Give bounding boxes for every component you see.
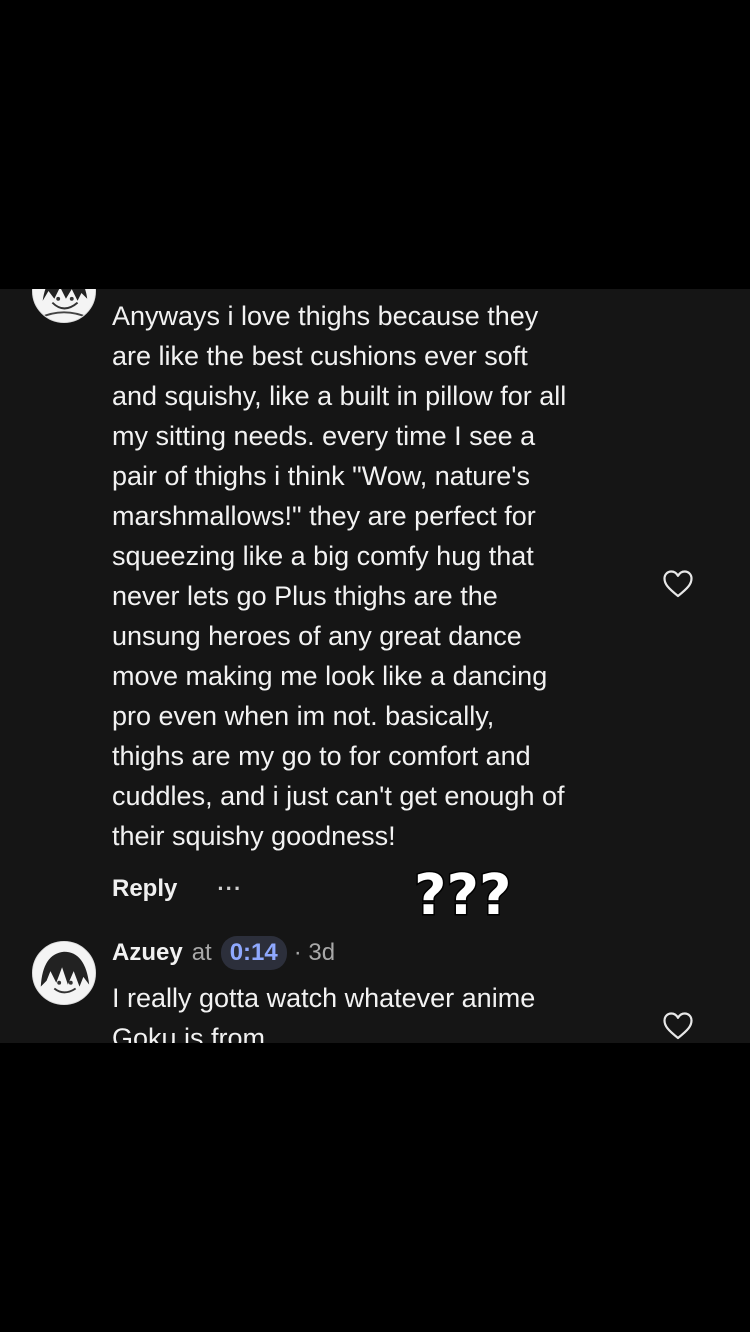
comments-panel: Anyways i love thighs because they are l…	[0, 289, 750, 1043]
timestamp-link[interactable]: 0:14	[220, 936, 287, 970]
sticker-text: ???	[414, 864, 511, 926]
question-marks-sticker: ???	[413, 864, 513, 926]
commenter-avatar-azuey[interactable]	[32, 941, 96, 1005]
heart-outline-icon	[663, 1012, 693, 1040]
username[interactable]: Azuey	[112, 939, 183, 967]
more-options-button[interactable]: ···	[217, 876, 242, 902]
comment-actions: Reply ···	[112, 871, 242, 907]
anime-avatar-icon	[33, 942, 95, 1004]
comment-text: I really gotta watch whatever anime Goku…	[112, 983, 536, 1043]
anime-avatar-icon	[33, 289, 95, 322]
like-button[interactable]	[662, 1011, 694, 1041]
like-button[interactable]	[662, 569, 694, 599]
at-label: at	[191, 939, 212, 966]
reply-button[interactable]: Reply	[112, 875, 177, 903]
heart-outline-icon	[663, 570, 693, 598]
comment-age: · 3d	[293, 939, 336, 966]
commenter-avatar[interactable]	[32, 289, 96, 323]
comment-text: Anyways i love thighs because they are l…	[112, 301, 567, 851]
comment-meta: Azuey at 0:14 · 3d	[112, 935, 335, 971]
